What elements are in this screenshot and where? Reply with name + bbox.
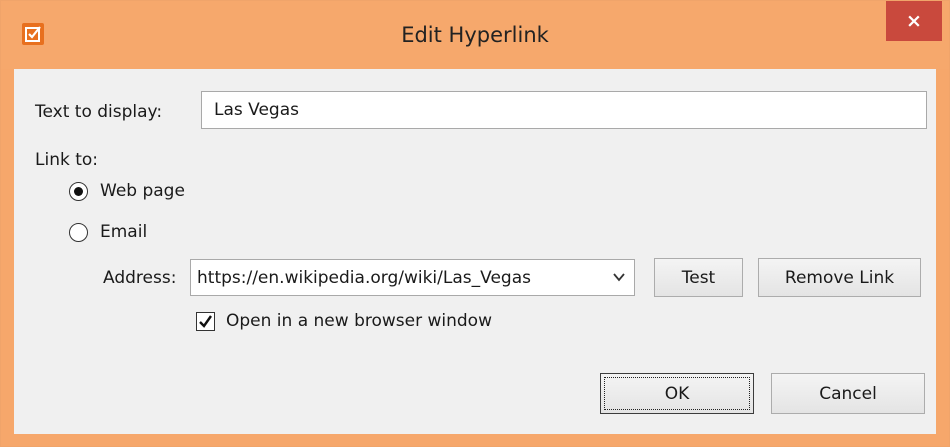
email-label[interactable]: Email — [100, 222, 147, 242]
web-page-label[interactable]: Web page — [100, 181, 185, 201]
dialog-title: Edit Hyperlink — [401, 23, 549, 47]
close-button[interactable]: × — [886, 1, 942, 41]
text-to-display-label: Text to display: — [35, 102, 163, 122]
cancel-button[interactable]: Cancel — [771, 373, 925, 414]
address-combobox[interactable]: https://en.wikipedia.org/wiki/Las_Vegas — [190, 259, 635, 296]
email-radio[interactable] — [69, 223, 88, 242]
address-value: https://en.wikipedia.org/wiki/Las_Vegas — [197, 267, 531, 288]
ok-button-label: OK — [664, 383, 690, 404]
close-icon: × — [906, 10, 922, 32]
remove-link-button[interactable]: Remove Link — [758, 258, 921, 297]
edit-hyperlink-dialog: Edit Hyperlink × Text to display: Las Ve… — [0, 0, 950, 447]
checkmark-icon — [199, 315, 212, 328]
text-to-display-input[interactable]: Las Vegas — [201, 91, 927, 129]
text-to-display-value: Las Vegas — [214, 100, 299, 120]
web-page-radio[interactable] — [69, 182, 88, 201]
test-button[interactable]: Test — [654, 258, 743, 297]
new-window-label[interactable]: Open in a new browser window — [226, 311, 492, 331]
chevron-down-icon[interactable] — [612, 270, 626, 284]
dialog-body: Text to display: Las Vegas Link to: Web … — [14, 69, 936, 434]
title-bar[interactable]: Edit Hyperlink × — [1, 1, 949, 69]
link-to-label: Link to: — [35, 150, 99, 170]
ok-button[interactable]: OK — [600, 373, 754, 414]
address-label: Address: — [103, 268, 177, 288]
new-window-checkbox[interactable] — [196, 312, 215, 331]
